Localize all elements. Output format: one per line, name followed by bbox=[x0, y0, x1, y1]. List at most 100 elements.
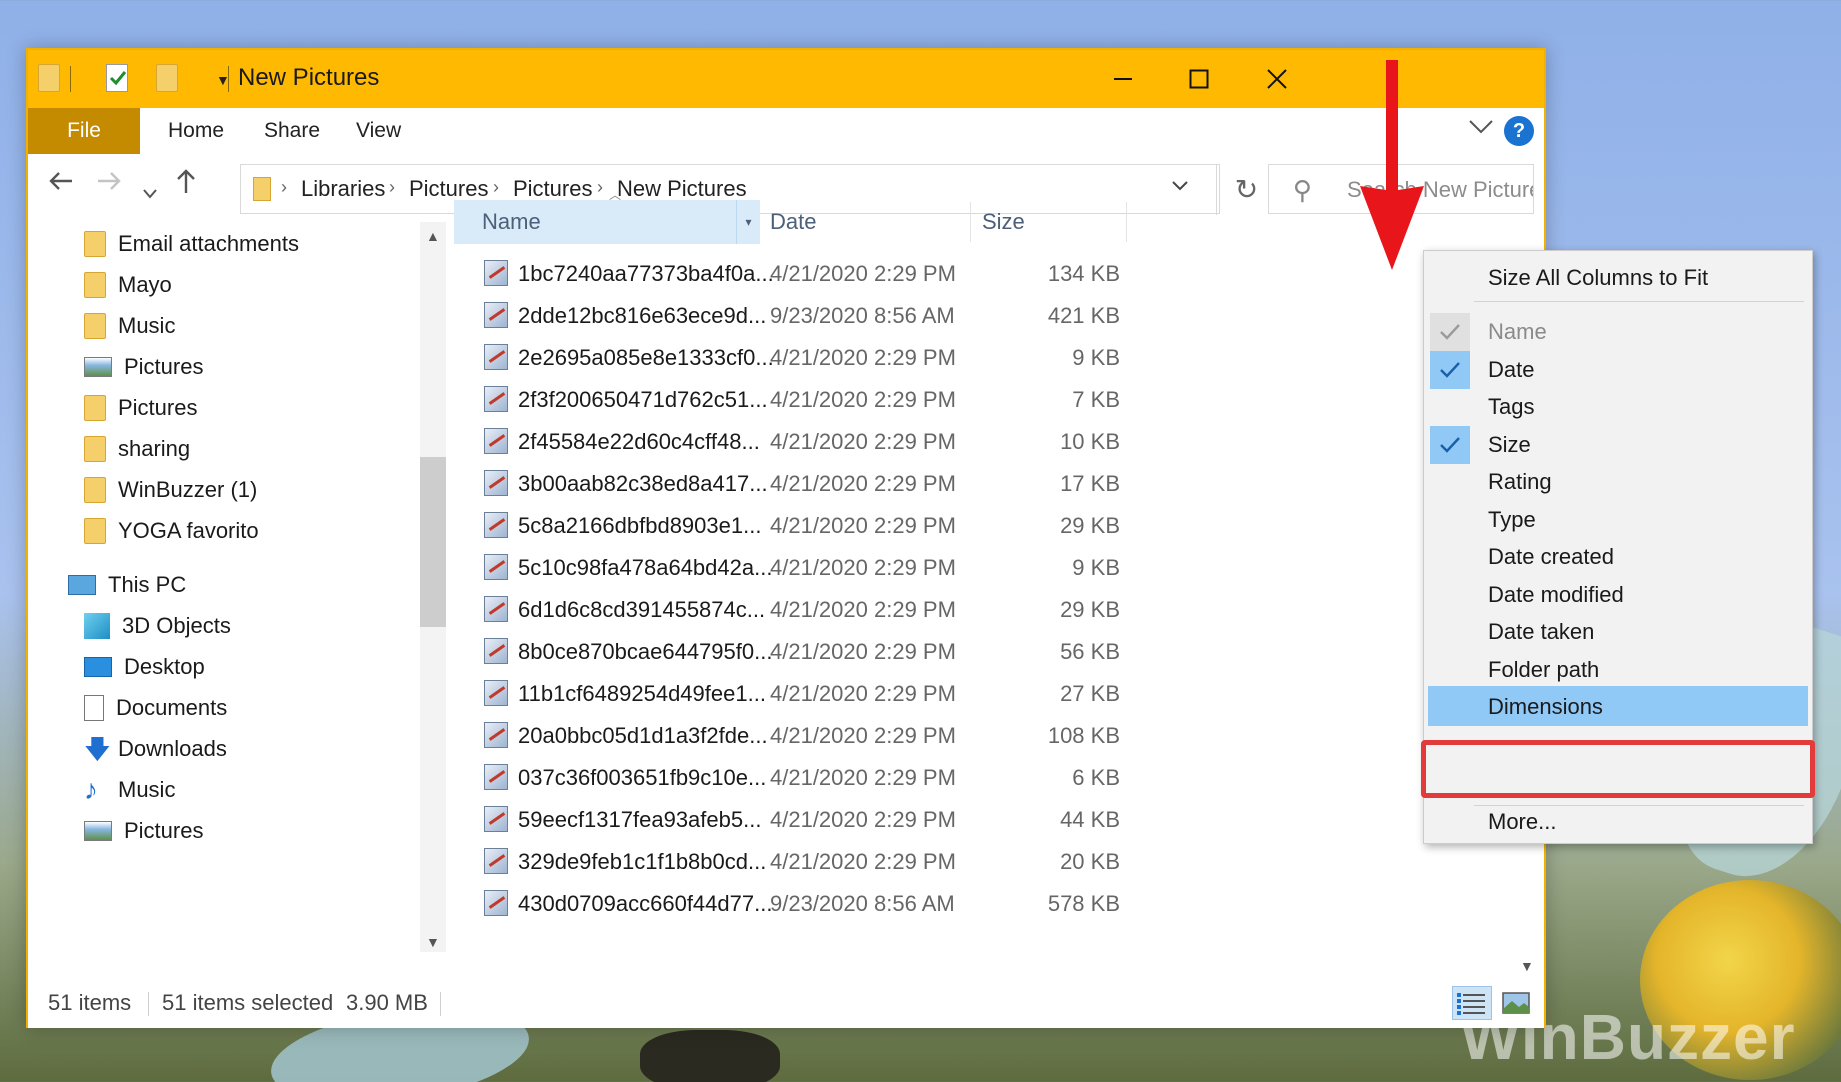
breadcrumb-chevron-icon[interactable]: › bbox=[493, 177, 499, 198]
title-bar: ▼ New Pictures bbox=[28, 50, 1544, 108]
nav-item-pictures-library[interactable]: Pictures bbox=[84, 811, 203, 851]
status-selected-size: 3.90 MB bbox=[346, 990, 428, 1015]
up-arrow-icon[interactable] bbox=[174, 168, 198, 201]
file-name: 2f45584e22d60c4cff48... bbox=[518, 429, 760, 454]
column-separator[interactable] bbox=[1126, 202, 1127, 242]
table-row[interactable]: 1bc7240aa77373ba4f0a... 4/21/2020 2:29 PM… bbox=[454, 256, 1214, 292]
table-row[interactable]: 037c36f003651fb9c10e... 4/21/2020 2:29 PM… bbox=[454, 760, 1214, 796]
table-row[interactable]: 2f45584e22d60c4cff48... 4/21/2020 2:29 PM… bbox=[454, 424, 1214, 460]
column-separator[interactable] bbox=[970, 202, 971, 242]
menu-item-date-created[interactable]: Date created bbox=[1428, 536, 1808, 576]
maximize-button[interactable] bbox=[1154, 50, 1244, 108]
forward-arrow-icon[interactable] bbox=[96, 168, 122, 201]
file-name: 59eecf1317fea93afeb5... bbox=[518, 807, 762, 832]
nav-item-mayo[interactable]: Mayo bbox=[84, 265, 172, 305]
cube-icon bbox=[84, 613, 110, 639]
nav-item-downloads[interactable]: 🡇 Downloads bbox=[84, 729, 227, 769]
breadcrumb-chevron-icon[interactable]: › bbox=[597, 177, 603, 198]
menu-item-size-all-columns[interactable]: Size All Columns to Fit bbox=[1428, 257, 1808, 297]
table-row[interactable]: 430d0709acc660f44d77... 9/23/2020 8:56 AM… bbox=[454, 886, 1214, 922]
menu-item-date-modified[interactable]: Date modified bbox=[1428, 574, 1808, 614]
table-row[interactable]: 2f3f200650471d762c51... 4/21/2020 2:29 PM… bbox=[454, 382, 1214, 418]
table-row[interactable]: 2e2695a085e8e1333cf0... 4/21/2020 2:29 PM… bbox=[454, 340, 1214, 376]
table-row[interactable]: 8b0ce870bcae644795f0... 4/21/2020 2:29 PM… bbox=[454, 634, 1214, 670]
sort-ascending-icon: ︿ bbox=[609, 188, 622, 202]
image-file-icon bbox=[484, 512, 508, 538]
nav-item-documents[interactable]: Documents bbox=[84, 688, 227, 728]
table-row[interactable]: 5c8a2166dbfbd8903e1... 4/21/2020 2:29 PM 2… bbox=[454, 508, 1214, 544]
breadcrumb-pictures-2[interactable]: Pictures bbox=[513, 176, 592, 202]
nav-item-sharing[interactable]: sharing bbox=[84, 429, 190, 469]
help-icon[interactable]: ? bbox=[1504, 116, 1534, 146]
nav-item-pictures[interactable]: Pictures bbox=[84, 347, 203, 387]
nav-item-email-attachments[interactable]: Email attachments bbox=[84, 224, 299, 264]
breadcrumb-pictures[interactable]: Pictures bbox=[409, 176, 488, 202]
menu-item-tags[interactable]: Tags bbox=[1428, 386, 1808, 426]
breadcrumb-new-pictures[interactable]: New Pictures bbox=[617, 176, 747, 202]
nav-item-music[interactable]: Music bbox=[84, 306, 175, 346]
menu-item-type[interactable]: Type bbox=[1428, 499, 1808, 539]
table-row[interactable]: 2dde12bc816e63ece9d... 9/23/2020 8:56 AM 4… bbox=[454, 298, 1214, 334]
folder-icon bbox=[84, 231, 106, 257]
breadcrumb-chevron-icon[interactable]: › bbox=[281, 177, 287, 198]
file-date: 4/21/2020 2:29 PM bbox=[770, 849, 956, 874]
close-button[interactable] bbox=[1232, 50, 1322, 108]
image-file-icon bbox=[484, 554, 508, 580]
breadcrumb-chevron-icon[interactable]: › bbox=[389, 177, 395, 198]
table-row[interactable]: 20a0bbc05d1d1a3f2fde... 4/21/2020 2:29 PM… bbox=[454, 718, 1214, 754]
recent-locations-chevron-icon[interactable] bbox=[142, 176, 158, 207]
menu-item-label: Date bbox=[1488, 356, 1535, 382]
nav-item-3d-objects[interactable]: 3D Objects bbox=[84, 606, 231, 646]
nav-item-yoga-favorito[interactable]: YOGA favorito bbox=[84, 511, 259, 551]
expand-ribbon-chevron-icon[interactable] bbox=[1468, 118, 1494, 141]
nav-pane-scroll-thumb[interactable] bbox=[420, 457, 446, 627]
tab-home[interactable]: Home bbox=[168, 108, 224, 154]
navigation-pane: Email attachments Mayo Music Pictures Pi… bbox=[28, 222, 518, 952]
properties-check-icon[interactable] bbox=[106, 64, 128, 92]
table-row[interactable]: 3b00aab82c38ed8a417... 4/21/2020 2:29 PM 1… bbox=[454, 466, 1214, 502]
file-date: 4/21/2020 2:29 PM bbox=[770, 681, 956, 706]
menu-item-folder-path[interactable]: Folder path bbox=[1428, 649, 1808, 689]
folder-icon bbox=[84, 518, 106, 544]
file-date: 4/21/2020 2:29 PM bbox=[770, 261, 956, 286]
breadcrumb-libraries[interactable]: Libraries bbox=[301, 176, 385, 202]
nav-item-this-pc[interactable]: This PC bbox=[68, 565, 186, 605]
nav-item-music-library[interactable]: ♪ Music bbox=[84, 770, 175, 810]
column-header-date[interactable]: Date bbox=[768, 200, 816, 244]
file-name: 3b00aab82c38ed8a417... bbox=[518, 471, 768, 496]
menu-item-dimensions[interactable]: Dimensions bbox=[1428, 686, 1808, 726]
address-dropdown-chevron-icon[interactable] bbox=[1171, 175, 1189, 198]
scroll-up-arrow-icon[interactable]: ▲ bbox=[426, 228, 440, 244]
scroll-down-arrow-icon[interactable]: ▼ bbox=[426, 934, 440, 950]
table-row[interactable]: 329de9feb1c1f1b8b0cd... 4/21/2020 2:29 PM… bbox=[454, 844, 1214, 880]
tab-file[interactable]: File bbox=[28, 108, 140, 154]
menu-item-size[interactable]: Size bbox=[1428, 424, 1808, 464]
image-file-icon bbox=[484, 680, 508, 706]
new-folder-icon[interactable] bbox=[156, 64, 178, 92]
file-date: 4/21/2020 2:29 PM bbox=[770, 639, 956, 664]
nav-item-winbuzzer[interactable]: WinBuzzer (1) bbox=[84, 470, 257, 510]
file-size: 578 KB bbox=[1047, 891, 1120, 916]
nav-item-pictures-folder[interactable]: Pictures bbox=[84, 388, 197, 428]
table-row[interactable]: 6d1d6c8cd391455874c... 4/21/2020 2:29 PM 2… bbox=[454, 592, 1214, 628]
tab-share[interactable]: Share bbox=[264, 108, 320, 154]
folder-icon bbox=[84, 436, 106, 462]
large-icons-view-icon[interactable] bbox=[1496, 986, 1536, 1020]
menu-item-more[interactable]: More... bbox=[1428, 801, 1808, 841]
menu-item-label: Tags bbox=[1488, 394, 1535, 419]
menu-item-date-taken[interactable]: Date taken bbox=[1428, 611, 1808, 651]
table-row[interactable]: 5c10c98fa478a64bd42a... 4/21/2020 2:29 PM… bbox=[454, 550, 1214, 586]
table-row[interactable]: 59eecf1317fea93afeb5... 4/21/2020 2:29 PM… bbox=[454, 802, 1214, 838]
column-header-name[interactable]: Name bbox=[454, 200, 736, 244]
column-header-size[interactable]: Size bbox=[982, 200, 1025, 244]
back-arrow-icon[interactable] bbox=[48, 168, 74, 201]
table-row[interactable]: 11b1cf6489254d49fee1... 4/21/2020 2:29 PM… bbox=[454, 676, 1214, 712]
scroll-down-arrow-icon[interactable]: ▼ bbox=[1520, 958, 1534, 974]
nav-item-desktop[interactable]: Desktop bbox=[84, 647, 205, 687]
tab-view[interactable]: View bbox=[356, 108, 401, 154]
menu-item-rating[interactable]: Rating bbox=[1428, 461, 1808, 501]
column-filter-dropdown-icon[interactable]: ▾ bbox=[736, 200, 760, 244]
file-date: 4/21/2020 2:29 PM bbox=[770, 807, 956, 832]
details-view-icon[interactable] bbox=[1452, 986, 1492, 1020]
menu-item-date[interactable]: Date bbox=[1428, 349, 1808, 389]
